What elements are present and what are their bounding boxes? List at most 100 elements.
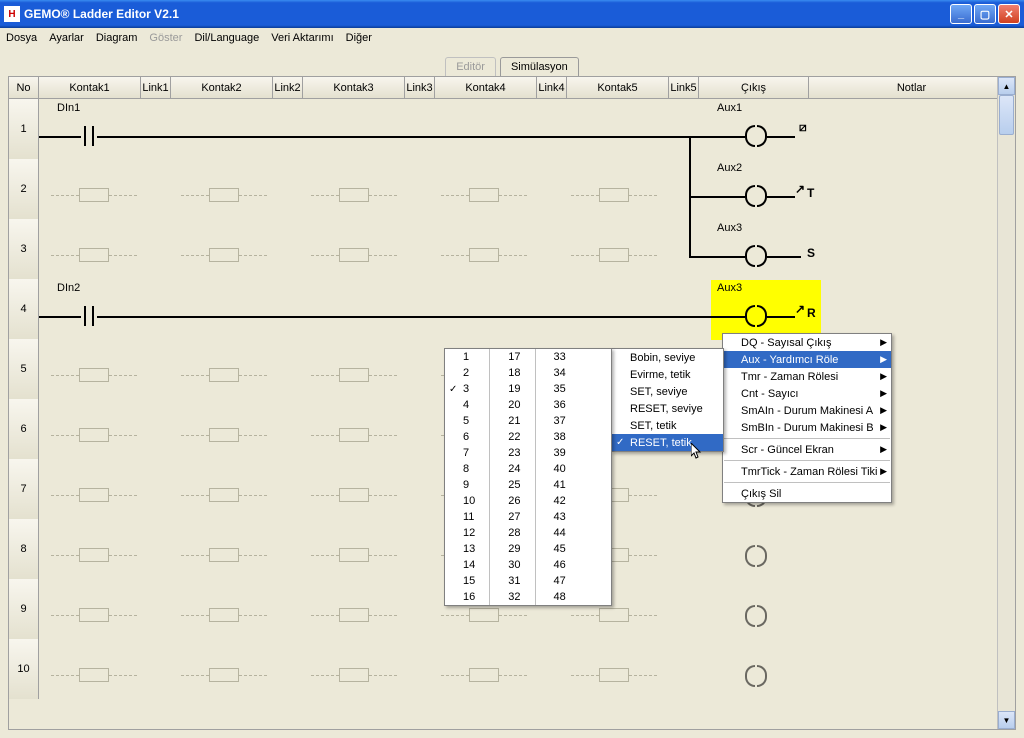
menu-item-number[interactable]: 43 [536, 509, 580, 525]
menu-item-number[interactable]: 47 [536, 573, 580, 589]
menu-item-number[interactable]: 34 [536, 365, 580, 381]
output-context-menu[interactable]: DQ - Sayısal Çıkış▶Aux - Yardımcı Röle▶T… [722, 333, 892, 503]
menu-item[interactable]: SmBIn - Durum Makinesi B▶ [723, 419, 891, 436]
menu-item-number[interactable]: 25 [490, 477, 534, 493]
menu-item[interactable]: SET, tetik [612, 417, 723, 434]
coil-icon[interactable] [745, 245, 767, 267]
menu-item[interactable]: Bobin, seviye [612, 349, 723, 366]
contact-slot[interactable] [339, 428, 369, 442]
contact-slot[interactable] [599, 188, 629, 202]
menu-item-number[interactable]: 37 [536, 413, 580, 429]
menu-item-number[interactable]: 39 [536, 445, 580, 461]
contact-slot[interactable] [209, 488, 239, 502]
menu-item[interactable]: SmAIn - Durum Makinesi A▶ [723, 402, 891, 419]
menu-item[interactable]: Aux - Yardımcı Röle▶ [723, 351, 891, 368]
contact-icon[interactable] [81, 126, 97, 146]
contact-slot[interactable] [469, 608, 499, 622]
menu-item-number[interactable]: 48 [536, 589, 580, 605]
menu-item-number[interactable]: 40 [536, 461, 580, 477]
menu-item-number[interactable]: 26 [490, 493, 534, 509]
menu-item-number[interactable]: 33 [536, 349, 580, 365]
menu-item[interactable]: DQ - Sayısal Çıkış▶ [723, 334, 891, 351]
contact-slot[interactable] [79, 548, 109, 562]
menu-item-number[interactable]: 27 [490, 509, 534, 525]
vertical-scrollbar[interactable]: ▲ ▼ [997, 77, 1015, 729]
contact-icon[interactable] [81, 306, 97, 326]
menu-item-number[interactable]: 42 [536, 493, 580, 509]
menu-item-number[interactable]: ✓3 [445, 381, 489, 397]
contact-slot[interactable] [79, 668, 109, 682]
contact-slot[interactable] [469, 668, 499, 682]
rung-10[interactable]: 10 [9, 639, 997, 699]
menu-item-number[interactable]: 45 [536, 541, 580, 557]
menu-other[interactable]: Diğer [346, 32, 372, 44]
menu-item-number[interactable]: 44 [536, 525, 580, 541]
menu-transfer[interactable]: Veri Aktarımı [271, 32, 333, 44]
rung-2[interactable]: 2 Aux2 ↗ T [9, 159, 997, 219]
rung-1[interactable]: 1 DIn1 Aux1 ⧄ [9, 99, 997, 159]
menu-item-number[interactable]: 7 [445, 445, 489, 461]
contact-slot[interactable] [339, 248, 369, 262]
contact-slot[interactable] [339, 188, 369, 202]
menu-item[interactable]: Evirme, tetik [612, 366, 723, 383]
contact-slot[interactable] [599, 668, 629, 682]
menu-item-number[interactable]: 5 [445, 413, 489, 429]
menu-item-number[interactable]: 9 [445, 477, 489, 493]
menu-item-number[interactable]: 18 [490, 365, 534, 381]
minimize-button[interactable]: _ [950, 4, 972, 24]
contact-slot[interactable] [599, 248, 629, 262]
contact-slot[interactable] [339, 548, 369, 562]
contact-slot[interactable] [79, 368, 109, 382]
menu-item-number[interactable]: 10 [445, 493, 489, 509]
contact-slot[interactable] [209, 368, 239, 382]
contact-slot[interactable] [339, 608, 369, 622]
menu-item-number[interactable]: 17 [490, 349, 534, 365]
scroll-up-button[interactable]: ▲ [998, 77, 1015, 95]
menu-item[interactable]: Çıkış Sil [723, 485, 891, 502]
menu-item-number[interactable]: 30 [490, 557, 534, 573]
rung-4[interactable]: 4 DIn2 Aux3 ↗ R [9, 279, 997, 339]
menu-item[interactable]: SET, seviye [612, 383, 723, 400]
contact-slot[interactable] [79, 608, 109, 622]
menu-item[interactable]: TmrTick - Zaman Rölesi Tiki▶ [723, 463, 891, 480]
contact-slot[interactable] [209, 548, 239, 562]
menu-item[interactable]: ✓RESET, tetik [612, 434, 723, 451]
menu-item-number[interactable]: 11 [445, 509, 489, 525]
contact-slot[interactable] [209, 608, 239, 622]
menu-settings[interactable]: Ayarlar [49, 32, 84, 44]
maximize-button[interactable]: ▢ [974, 4, 996, 24]
contact-slot[interactable] [209, 248, 239, 262]
menu-item[interactable]: Tmr - Zaman Rölesi▶ [723, 368, 891, 385]
aux-number-submenu[interactable]: 12✓3456789101112131415161718192021222324… [444, 348, 612, 606]
menu-item-number[interactable]: 6 [445, 429, 489, 445]
menu-item-number[interactable]: 31 [490, 573, 534, 589]
menu-item[interactable]: Scr - Güncel Ekran▶ [723, 441, 891, 458]
contact-slot[interactable] [339, 668, 369, 682]
menu-item-number[interactable]: 22 [490, 429, 534, 445]
tab-editor[interactable]: Editör [445, 57, 496, 76]
menu-item-number[interactable]: 1 [445, 349, 489, 365]
menu-item-number[interactable]: 15 [445, 573, 489, 589]
menu-item-number[interactable]: 24 [490, 461, 534, 477]
menu-diagram[interactable]: Diagram [96, 32, 138, 44]
contact-slot[interactable] [469, 248, 499, 262]
contact-slot[interactable] [339, 368, 369, 382]
menu-item-number[interactable]: 28 [490, 525, 534, 541]
close-button[interactable]: ✕ [998, 4, 1020, 24]
menu-item-number[interactable]: 23 [490, 445, 534, 461]
menu-item-number[interactable]: 41 [536, 477, 580, 493]
coil-slot[interactable] [745, 665, 767, 687]
contact-slot[interactable] [79, 188, 109, 202]
menu-item-number[interactable]: 13 [445, 541, 489, 557]
menu-item-number[interactable]: 2 [445, 365, 489, 381]
menu-file[interactable]: Dosya [6, 32, 37, 44]
contact-slot[interactable] [79, 488, 109, 502]
contact-slot[interactable] [79, 428, 109, 442]
menu-item-number[interactable]: 32 [490, 589, 534, 605]
coil-slot[interactable] [745, 545, 767, 567]
scroll-thumb[interactable] [999, 95, 1014, 135]
menu-item-number[interactable]: 16 [445, 589, 489, 605]
menu-item-number[interactable]: 8 [445, 461, 489, 477]
menu-item[interactable]: RESET, seviye [612, 400, 723, 417]
menu-item[interactable]: Cnt - Sayıcı▶ [723, 385, 891, 402]
